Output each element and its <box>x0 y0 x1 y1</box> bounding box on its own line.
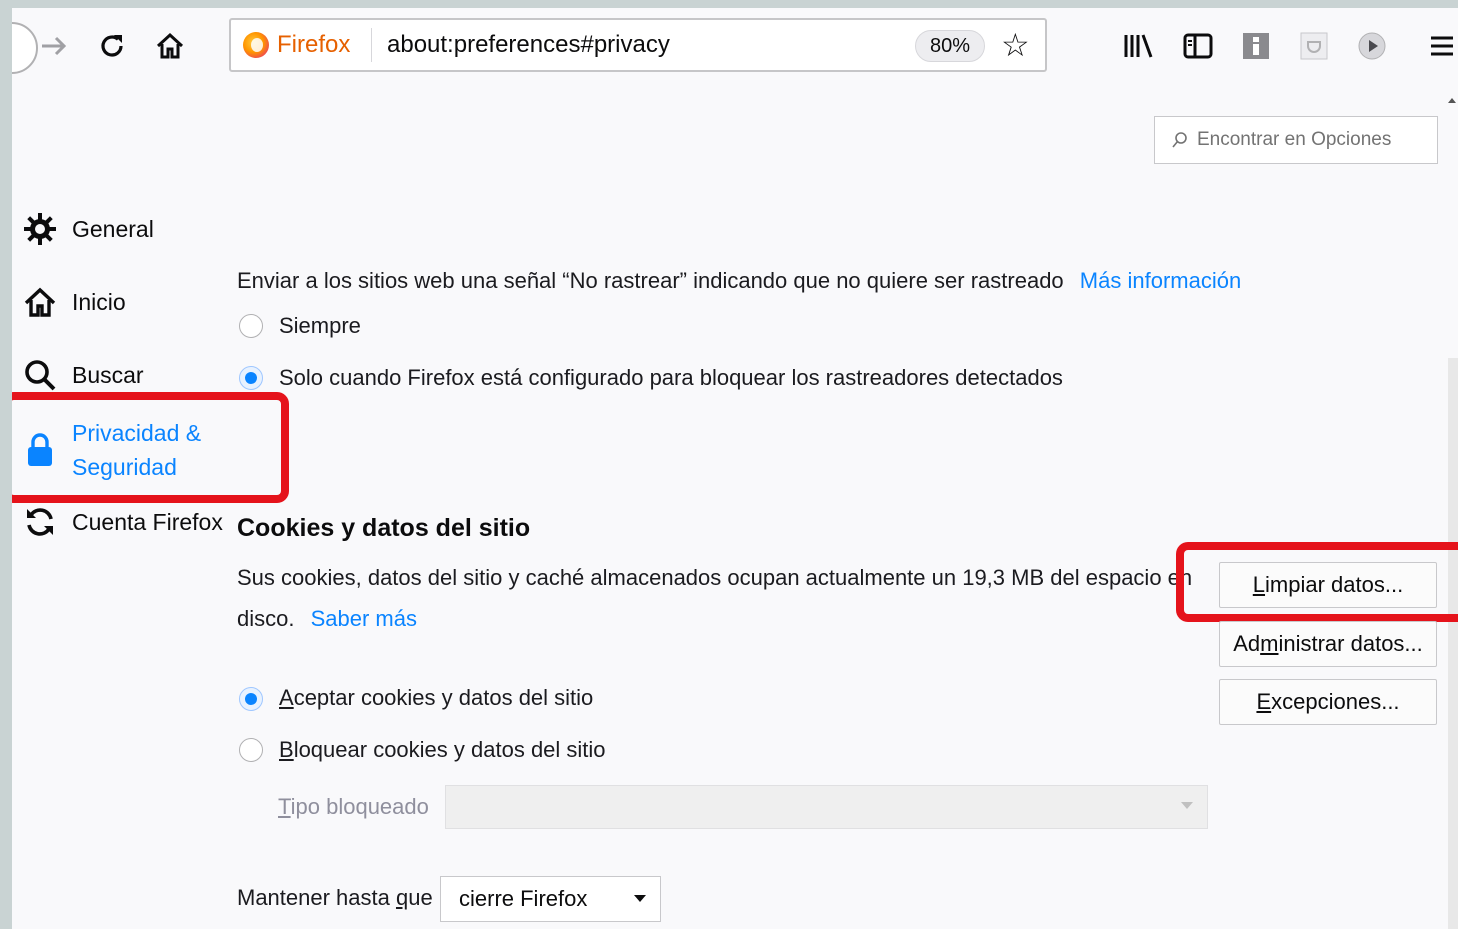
navigation-toolbar: Firefox about:preferences#privacy 80% ☆ <box>12 8 1458 88</box>
sidebar-item-label: Cuenta Firefox <box>72 508 223 535</box>
button-label: xcepciones... <box>1271 689 1400 714</box>
find-in-options-placeholder: Encontrar en Opciones <box>1197 129 1392 150</box>
sidebar-item-cuenta-firefox[interactable]: Cuenta Firefox <box>22 504 223 540</box>
url-text[interactable]: about:preferences#privacy <box>387 20 670 70</box>
keep-until-select[interactable]: cierre Firefox <box>440 876 661 922</box>
keep-until-label: Mantener hasta que <box>237 885 433 911</box>
dnt-text: Enviar a los sitios web una señal “No ra… <box>237 268 1064 293</box>
cookies-description-disk: disco. <box>237 606 295 631</box>
reload-icon[interactable] <box>92 26 132 66</box>
blocked-type-select[interactable] <box>445 785 1208 829</box>
pocket-icon[interactable] <box>1294 26 1334 66</box>
dnt-more-info-link[interactable]: Más información <box>1080 268 1241 293</box>
extension-icon[interactable] <box>1236 26 1276 66</box>
sidebar-item-label: Inicio <box>72 288 126 315</box>
browser-window: Firefox about:preferences#privacy 80% ☆ <box>12 8 1458 929</box>
access-key: T <box>278 794 291 819</box>
sidebar-icon[interactable] <box>1178 26 1218 66</box>
cookies-heading: Cookies y datos del sitio <box>237 514 531 542</box>
dnt-only-when-blocking-radio[interactable] <box>239 366 263 390</box>
access-key: B <box>279 737 294 762</box>
find-in-options-input[interactable]: Encontrar en Opciones <box>1154 116 1438 164</box>
access-key: A <box>279 685 294 710</box>
accept-cookies-radio[interactable] <box>239 687 263 711</box>
forward-icon[interactable] <box>34 26 74 66</box>
zoom-indicator[interactable]: 80% <box>915 30 985 62</box>
cookies-description-line1: Sus cookies, datos del sitio y caché alm… <box>237 565 1193 590</box>
url-divider <box>371 28 372 62</box>
cookies-description-line2: disco. Saber más <box>237 606 417 632</box>
label-text: Mantener hasta <box>237 885 396 910</box>
sidebar-item-general[interactable]: General <box>22 211 154 247</box>
sync-icon <box>22 504 58 540</box>
home-icon[interactable] <box>150 26 190 66</box>
dnt-only-when-blocking-label[interactable]: Solo cuando Firefox está configurado par… <box>279 365 1063 391</box>
label-text: loquear cookies y datos del sitio <box>293 737 606 762</box>
search-icon <box>22 357 58 393</box>
chevron-down-icon <box>634 895 646 902</box>
manage-data-button[interactable]: Ad m inistrar datos... <box>1219 621 1437 667</box>
keep-until-value: cierre Firefox <box>459 886 588 911</box>
label-text: ceptar cookies y datos del sitio <box>293 685 594 710</box>
access-key: m <box>1260 631 1279 656</box>
bookmark-star-icon[interactable]: ☆ <box>1001 26 1030 64</box>
scroll-up-arrow-icon[interactable] <box>1448 98 1456 103</box>
menu-icon[interactable] <box>1422 26 1458 66</box>
gear-icon <box>22 211 58 247</box>
sidebar-item-inicio[interactable]: Inicio <box>22 284 126 320</box>
url-brand-label: Firefox <box>277 31 351 58</box>
access-key: E <box>1256 689 1272 714</box>
sidebar-item-buscar[interactable]: Buscar <box>22 357 144 393</box>
blocked-type-label: Tipo bloqueado <box>278 794 429 820</box>
button-label: Ad <box>1233 631 1261 656</box>
button-label: inistrar datos... <box>1278 631 1423 656</box>
exceptions-button[interactable]: Excepciones... <box>1219 679 1437 725</box>
accept-cookies-label[interactable]: Aceptar cookies y datos del sitio <box>279 685 593 711</box>
access-key: q <box>395 885 409 910</box>
dnt-always-label[interactable]: Siempre <box>279 313 361 339</box>
dnt-always-radio[interactable] <box>239 314 263 338</box>
sidebar-item-label: General <box>72 215 154 242</box>
block-cookies-radio[interactable] <box>239 738 263 762</box>
chevron-down-icon <box>1181 802 1193 809</box>
library-icon[interactable] <box>1118 26 1158 66</box>
dnt-description: Enviar a los sitios web una señal “No ra… <box>237 268 1241 294</box>
search-icon <box>1172 132 1187 148</box>
home-icon <box>22 284 58 320</box>
block-cookies-label[interactable]: Bloquear cookies y datos del sitio <box>279 737 606 763</box>
url-bar[interactable]: Firefox about:preferences#privacy 80% ☆ <box>229 18 1047 72</box>
sidebar-item-label: Buscar <box>72 361 144 388</box>
learn-more-link[interactable]: Saber más <box>311 606 417 631</box>
highlight-box-clear-data <box>1176 542 1458 622</box>
firefox-logo-icon <box>243 32 269 58</box>
highlight-box-privacy <box>12 392 289 503</box>
scrollbar[interactable] <box>1448 358 1458 929</box>
identity-box[interactable]: Firefox <box>243 20 350 70</box>
screenshot-icon[interactable] <box>1352 26 1392 66</box>
label-text: ue <box>408 885 433 910</box>
label-text: ipo bloqueado <box>290 794 429 819</box>
